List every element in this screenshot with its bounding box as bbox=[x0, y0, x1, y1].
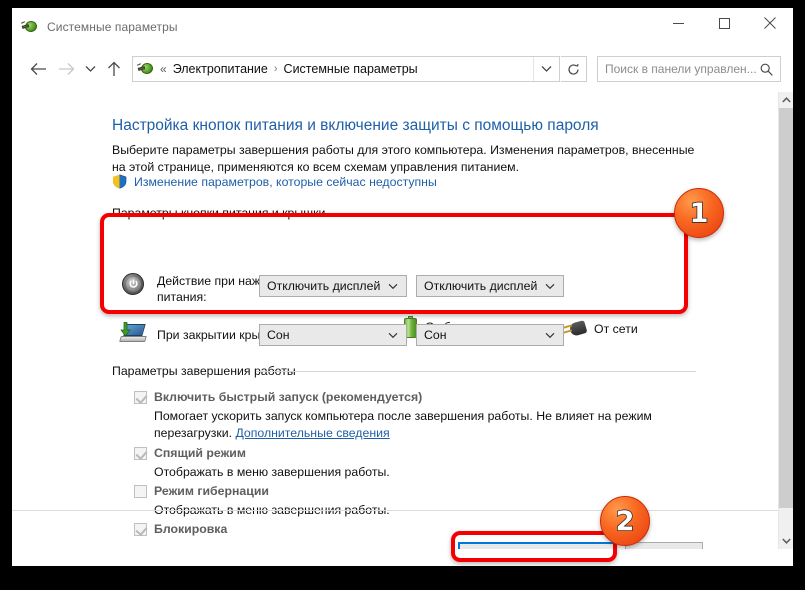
power-button-battery-dropdown[interactable]: Отключить дисплей bbox=[259, 275, 407, 297]
fast-startup-description: Помогает ускорить запуск компьютера посл… bbox=[154, 408, 654, 442]
callout-badge-1-label: 1 bbox=[689, 197, 709, 229]
back-arrow-icon[interactable] bbox=[24, 54, 52, 84]
close-icon[interactable] bbox=[747, 8, 793, 38]
screen-root: Системные параметры « Электропитание › С… bbox=[0, 0, 805, 590]
sleep-description: Отображать в меню завершения работы. bbox=[154, 464, 390, 481]
content-pane: Настройка кнопок питания и включение защ… bbox=[12, 92, 778, 549]
sleep-description-text: Отображать в меню завершения работы. bbox=[154, 465, 390, 479]
uac-settings-link[interactable]: Изменение параметров, которые сейчас нед… bbox=[112, 174, 437, 189]
power-button-icon bbox=[122, 273, 144, 295]
power-button-battery-value: Отключить дисплей bbox=[267, 279, 381, 293]
checkbox-sleep[interactable]: Спящий режим bbox=[134, 446, 246, 460]
scroll-up-icon[interactable] bbox=[779, 92, 793, 108]
maximize-icon[interactable] bbox=[701, 8, 747, 38]
checkbox-hibernate-box[interactable] bbox=[134, 485, 147, 498]
control-panel-window: Системные параметры « Электропитание › С… bbox=[12, 8, 793, 566]
window-controls bbox=[655, 8, 793, 46]
scroll-down-icon[interactable] bbox=[779, 533, 793, 549]
chevron-down-icon[interactable] bbox=[545, 332, 555, 339]
shutdown-group-divider bbox=[256, 371, 696, 372]
lid-battery-dropdown[interactable]: Сон bbox=[259, 324, 407, 346]
address-bar[interactable]: « Электропитание › Системные параметры bbox=[132, 56, 560, 82]
uac-settings-link-label: Изменение параметров, которые сейчас нед… bbox=[134, 174, 437, 189]
checkbox-fast-startup[interactable]: Включить быстрый запуск (рекомендуется) bbox=[134, 390, 422, 404]
search-icon[interactable] bbox=[760, 63, 773, 76]
search-placeholder: Поиск в панели управлен... bbox=[605, 62, 757, 76]
lid-ac-value: Сон bbox=[424, 328, 447, 342]
search-input[interactable]: Поиск в панели управлен... bbox=[597, 56, 781, 82]
column-header-ac-label: От сети bbox=[594, 322, 638, 336]
power-button-ac-dropdown[interactable]: Отключить дисплей bbox=[416, 275, 564, 297]
callout-badge-2: 2 bbox=[600, 496, 650, 546]
title-bar: Системные параметры bbox=[12, 8, 793, 46]
shield-icon bbox=[112, 174, 127, 189]
checkbox-hibernate-label: Режим гибернации bbox=[154, 484, 269, 498]
checkbox-fast-startup-label: Включить быстрый запуск (рекомендуется) bbox=[154, 390, 423, 404]
fast-startup-description-text: Помогает ускорить запуск компьютера посл… bbox=[154, 409, 652, 440]
lid-ac-dropdown[interactable]: Сон bbox=[416, 324, 564, 346]
checkbox-lock-box[interactable] bbox=[134, 523, 147, 536]
checkbox-lock-label: Блокировка bbox=[154, 522, 228, 536]
footer-divider bbox=[12, 510, 778, 511]
callout-badge-2-label: 2 bbox=[615, 505, 635, 537]
chevron-down-icon[interactable] bbox=[388, 283, 398, 290]
fast-startup-more-info-link[interactable]: Дополнительные сведения bbox=[235, 426, 389, 440]
forward-arrow-icon[interactable] bbox=[52, 54, 80, 84]
refresh-icon[interactable] bbox=[561, 56, 587, 82]
checkbox-hibernate[interactable]: Режим гибернации bbox=[134, 484, 269, 498]
power-button-ac-value: Отключить дисплей bbox=[424, 279, 538, 293]
navigation-bar: « Электропитание › Системные параметры П… bbox=[12, 46, 793, 92]
lid-battery-value: Сон bbox=[267, 328, 290, 342]
address-chevron-down-icon[interactable] bbox=[533, 57, 559, 81]
recent-locations-chevron-down-icon[interactable] bbox=[80, 54, 100, 84]
checkbox-sleep-label: Спящий режим bbox=[154, 446, 246, 460]
window-title: Системные параметры bbox=[47, 20, 178, 34]
breadcrumb-overflow[interactable]: « bbox=[160, 62, 167, 76]
breadcrumb-item-1[interactable]: Системные параметры bbox=[284, 62, 418, 76]
checkbox-sleep-box[interactable] bbox=[134, 447, 147, 460]
up-arrow-icon[interactable] bbox=[100, 54, 128, 84]
page-title: Настройка кнопок питания и включение защ… bbox=[112, 117, 599, 134]
checkbox-lock[interactable]: Блокировка bbox=[134, 522, 227, 536]
chevron-down-icon[interactable] bbox=[388, 332, 398, 339]
power-options-icon bbox=[136, 61, 155, 78]
laptop-lid-icon bbox=[119, 322, 147, 345]
chevron-down-icon[interactable] bbox=[545, 283, 555, 290]
breadcrumb-item-0[interactable]: Электропитание bbox=[173, 62, 268, 76]
callout-badge-1: 1 bbox=[674, 188, 724, 238]
scrollbar-thumb[interactable] bbox=[779, 108, 793, 508]
page-description: Выберите параметры завершения работы для… bbox=[112, 143, 695, 174]
cancel-button-label: Отмена bbox=[642, 547, 686, 549]
save-button[interactable]: Сохранить изменения bbox=[458, 542, 616, 549]
checkbox-fast-startup-box[interactable] bbox=[134, 391, 147, 404]
power-group-divider bbox=[295, 213, 696, 214]
minimize-icon[interactable] bbox=[655, 8, 701, 38]
breadcrumb-separator: › bbox=[273, 63, 278, 75]
power-options-icon bbox=[20, 19, 39, 36]
save-button-label: Сохранить изменения bbox=[474, 547, 600, 549]
vertical-scrollbar[interactable] bbox=[778, 92, 793, 549]
column-header-ac: От сети bbox=[559, 320, 638, 338]
